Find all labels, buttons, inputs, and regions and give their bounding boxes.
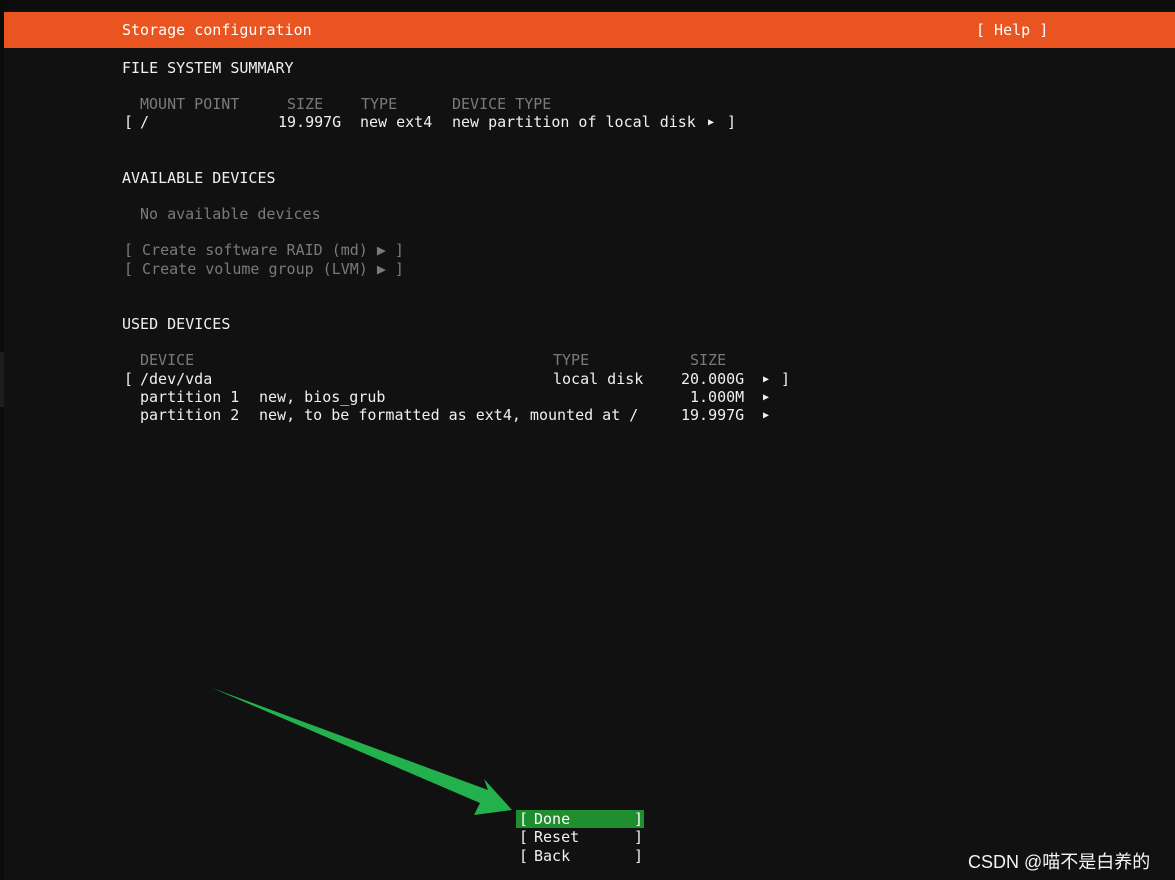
back-label: Back xyxy=(534,847,571,865)
watermark: CSDN @喵不是白养的 xyxy=(968,852,1151,872)
reset-label: Reset xyxy=(534,828,580,846)
done-label: Done xyxy=(534,810,571,828)
annotation-arrow-icon xyxy=(212,688,512,815)
back-open-bracket: [ xyxy=(519,847,529,865)
done-close-bracket: ] xyxy=(634,810,644,828)
installer-screen: Storage configuration [ Help ] FILE SYST… xyxy=(0,0,1175,880)
done-button[interactable]: [ Done ] xyxy=(516,810,644,828)
reset-button[interactable]: [ Reset ] xyxy=(516,828,644,846)
back-button[interactable]: [ Back ] xyxy=(516,847,644,865)
reset-close-bracket: ] xyxy=(634,828,644,846)
back-close-bracket: ] xyxy=(634,847,644,865)
reset-open-bracket: [ xyxy=(519,828,529,846)
done-open-bracket: [ xyxy=(519,810,529,828)
